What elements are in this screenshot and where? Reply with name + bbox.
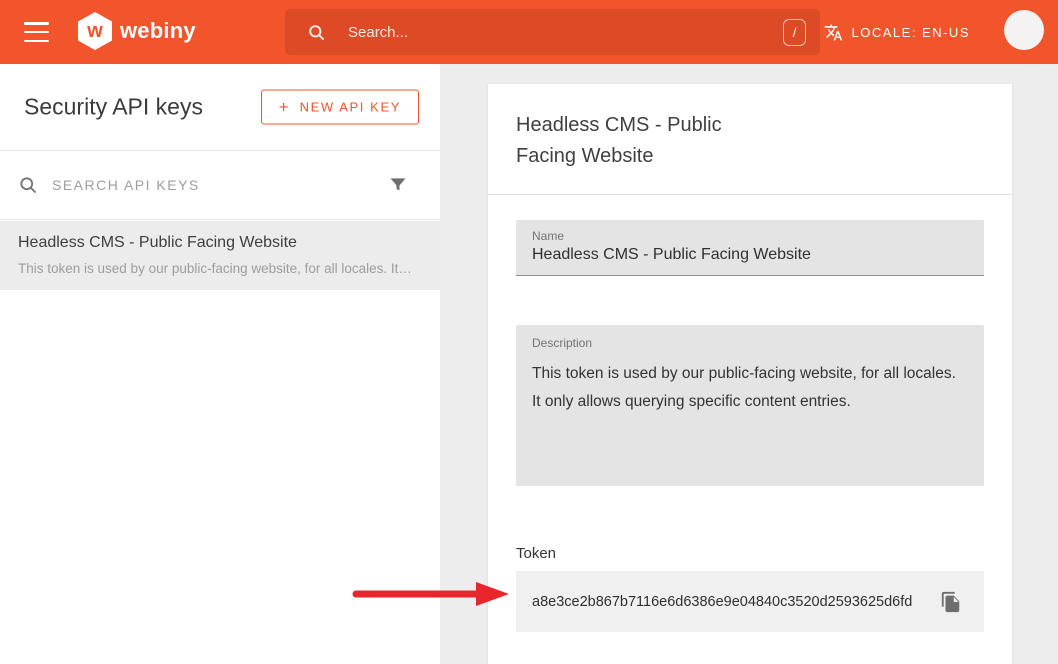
page-title: Security API keys [24,94,203,121]
description-field: Description This token is used by our pu… [516,325,984,486]
plus-icon: + [279,97,289,117]
brand-wordmark: webiny [120,18,196,44]
new-api-key-button[interactable]: + NEW API KEY [261,90,419,125]
detail-card-body: Name Description This token is used by o… [488,220,1012,632]
name-field-label: Name [532,229,968,243]
detail-card-header: Headless CMS - Public Facing Website [488,84,1012,195]
api-key-detail-panel: Headless CMS - Public Facing Website Nam… [440,64,1058,664]
user-avatar[interactable] [1004,10,1044,50]
api-keys-search-input[interactable] [52,177,374,193]
search-icon [18,175,38,195]
token-label: Token [516,545,984,562]
locale-selector[interactable]: LOCALE: EN-US [824,0,970,64]
copy-icon [940,591,962,613]
locale-label: LOCALE: EN-US [852,25,970,40]
description-field-label: Description [532,336,968,350]
api-key-list-item[interactable]: Headless CMS - Public Facing Website Thi… [0,221,440,290]
filter-button[interactable] [388,175,408,195]
api-key-detail-card: Headless CMS - Public Facing Website Nam… [488,84,1012,664]
new-api-key-button-label: NEW API KEY [300,100,401,115]
name-input[interactable] [532,246,968,264]
filter-funnel-icon [388,175,408,195]
global-search-input[interactable] [348,24,783,41]
api-key-item-description: This token is used by our public-facing … [18,261,422,276]
list-search-row [0,151,440,220]
menu-icon[interactable] [24,22,49,42]
global-search-bar[interactable]: / [285,9,820,55]
brand-letter: w [87,21,103,41]
webiny-logo[interactable]: w webiny [78,12,196,50]
webiny-hexagon-icon: w [78,12,112,50]
list-panel-header: Security API keys + NEW API KEY [0,64,440,151]
copy-token-button[interactable] [930,591,968,613]
api-key-item-title: Headless CMS - Public Facing Website [18,234,422,252]
detail-card-title: Headless CMS - Public Facing Website [516,110,776,172]
api-keys-list-panel: Security API keys + NEW API KEY Headless… [0,64,440,664]
translate-icon [824,23,843,42]
token-value: a8e3ce2b867b7116e6d6386e9e04840c3520d259… [532,594,930,610]
top-app-bar: w webiny / LOCALE: EN-US [0,0,1058,64]
description-textarea[interactable]: This token is used by our public-facing … [532,360,968,480]
search-icon [307,23,326,42]
token-box: a8e3ce2b867b7116e6d6386e9e04840c3520d259… [516,571,984,632]
keyboard-shortcut-badge: / [783,19,806,46]
name-field: Name [516,220,984,276]
